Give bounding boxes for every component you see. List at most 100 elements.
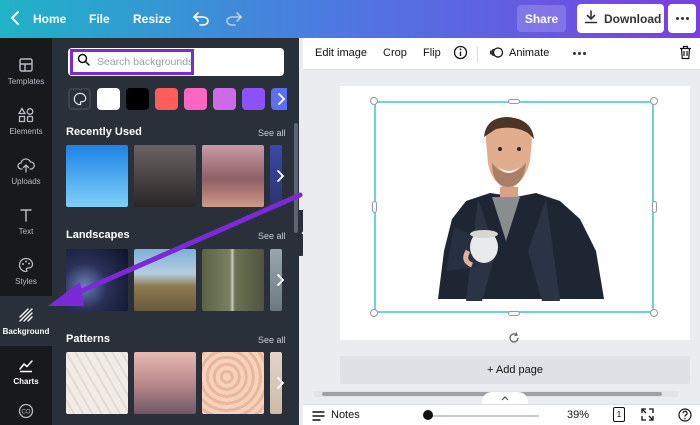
patterns-next-chevron-icon[interactable] — [273, 373, 287, 393]
background-thumbnail[interactable] — [66, 145, 128, 207]
bottom-bar: Notes 39% 1 — [303, 404, 700, 425]
edit-image-button[interactable]: Edit image — [315, 47, 367, 59]
color-swatch-white[interactable] — [97, 88, 120, 110]
color-swatch-row — [68, 88, 287, 110]
home-link[interactable]: Home — [33, 12, 66, 26]
cc-circle-icon: CO — [18, 403, 34, 419]
animate-icon[interactable] — [489, 45, 504, 63]
notes-button[interactable]: Notes — [331, 409, 360, 421]
background-thumbnail[interactable] — [66, 352, 128, 414]
resize-handle[interactable] — [372, 201, 377, 213]
section-title-recently-used: Recently Used — [66, 126, 142, 138]
landscapes-row — [66, 249, 282, 311]
color-swatch-red[interactable] — [155, 88, 178, 110]
undo-icon[interactable] — [192, 10, 210, 26]
background-thumbnail[interactable] — [202, 249, 264, 311]
rail-item-styles[interactable]: Styles — [0, 246, 52, 296]
section-title-patterns: Patterns — [66, 333, 111, 345]
background-hatch-icon — [19, 307, 33, 322]
rail-item-text[interactable]: Text — [0, 196, 52, 246]
resize-handle[interactable] — [650, 97, 658, 105]
notes-collapse-tab[interactable] — [482, 392, 528, 404]
toolbar-divider — [477, 47, 478, 63]
page-count-icon[interactable]: 1 — [613, 407, 625, 422]
top-bar: Home File Resize Share Download — [0, 0, 700, 38]
search-highlight-box — [70, 49, 194, 75]
fullscreen-icon[interactable] — [641, 408, 654, 425]
add-page-button[interactable]: + Add page — [340, 356, 690, 384]
help-icon[interactable] — [678, 408, 692, 425]
rail-label: Uploads — [11, 176, 41, 186]
rail-label: Text — [18, 226, 34, 236]
chart-icon — [19, 359, 33, 372]
zoom-slider-knob[interactable] — [423, 410, 433, 420]
custom-color-swatch[interactable] — [68, 88, 91, 110]
recently-used-next-chevron-icon[interactable] — [273, 166, 287, 186]
background-thumbnail[interactable] — [202, 145, 264, 207]
background-thumbnail[interactable] — [202, 352, 264, 414]
more-options-button[interactable] — [668, 4, 696, 33]
rail-item-elements[interactable]: Elements — [0, 96, 52, 146]
zoom-percentage[interactable]: 39% — [567, 409, 589, 421]
rotate-icon[interactable] — [507, 331, 521, 345]
recently-used-row — [66, 145, 282, 207]
rail-label: Charts — [13, 376, 39, 386]
color-swatch-black[interactable] — [126, 88, 149, 110]
rail-item-background[interactable]: Background — [0, 296, 52, 346]
rail-item-more[interactable]: CO — [0, 396, 52, 425]
swatches-next-chevron-icon[interactable] — [274, 89, 288, 109]
chevron-up-icon — [501, 395, 509, 400]
templates-icon — [19, 57, 33, 72]
side-rail: Templates Elements Uploads Text Styles B… — [0, 38, 52, 425]
color-swatch-violet[interactable] — [242, 88, 265, 110]
share-button[interactable]: Share — [517, 5, 566, 32]
rail-label: Background — [2, 326, 50, 336]
color-swatch-purple[interactable] — [213, 88, 236, 110]
toolbar-more-icon[interactable] — [573, 52, 586, 55]
see-all-link[interactable]: See all — [258, 128, 286, 138]
rail-item-charts[interactable]: Charts — [0, 346, 52, 396]
svg-text:CO: CO — [22, 410, 31, 416]
rail-item-uploads[interactable]: Uploads — [0, 146, 52, 196]
rail-label: Styles — [15, 276, 37, 286]
rail-label: Elements — [9, 126, 43, 136]
backgrounds-panel: Search backgrounds Recently Used See all — [52, 38, 299, 425]
file-menu[interactable]: File — [89, 12, 110, 26]
background-thumbnail[interactable] — [66, 249, 128, 311]
resize-handle[interactable] — [508, 311, 520, 316]
background-thumbnail[interactable] — [134, 145, 196, 207]
rail-item-templates[interactable]: Templates — [0, 46, 52, 96]
notes-icon[interactable] — [312, 409, 325, 425]
resize-handle[interactable] — [652, 201, 657, 213]
rail-label: Templates — [7, 76, 45, 86]
resize-handle[interactable] — [370, 309, 378, 317]
selection-box[interactable] — [374, 101, 654, 313]
color-swatch-pink[interactable] — [184, 88, 207, 110]
elements-icon — [18, 106, 34, 122]
crop-button[interactable]: Crop — [383, 47, 407, 59]
info-icon[interactable] — [453, 45, 468, 63]
animate-button[interactable]: Animate — [509, 47, 549, 59]
editor-toolbar: Edit image Crop Flip Animate — [303, 38, 700, 70]
download-icon — [584, 10, 598, 27]
palette-icon — [73, 92, 86, 106]
redo-icon[interactable] — [225, 10, 243, 26]
trash-icon[interactable] — [679, 45, 692, 63]
resize-handle[interactable] — [508, 99, 520, 104]
flip-button[interactable]: Flip — [423, 47, 441, 59]
see-all-link[interactable]: See all — [258, 231, 286, 241]
zoom-slider-track[interactable] — [427, 415, 539, 417]
resize-button[interactable]: Resize — [133, 12, 171, 26]
upload-cloud-icon — [17, 157, 35, 173]
resize-handle[interactable] — [370, 97, 378, 105]
resize-handle[interactable] — [650, 309, 658, 317]
back-chevron-icon[interactable] — [8, 9, 22, 27]
landscapes-next-chevron-icon[interactable] — [273, 270, 287, 290]
download-button[interactable]: Download — [577, 4, 664, 33]
background-thumbnail[interactable] — [134, 249, 196, 311]
download-label: Download — [604, 11, 662, 26]
palette-icon — [18, 257, 34, 272]
background-thumbnail[interactable] — [134, 352, 196, 414]
see-all-link[interactable]: See all — [258, 335, 286, 345]
section-title-landscapes: Landscapes — [66, 229, 130, 241]
